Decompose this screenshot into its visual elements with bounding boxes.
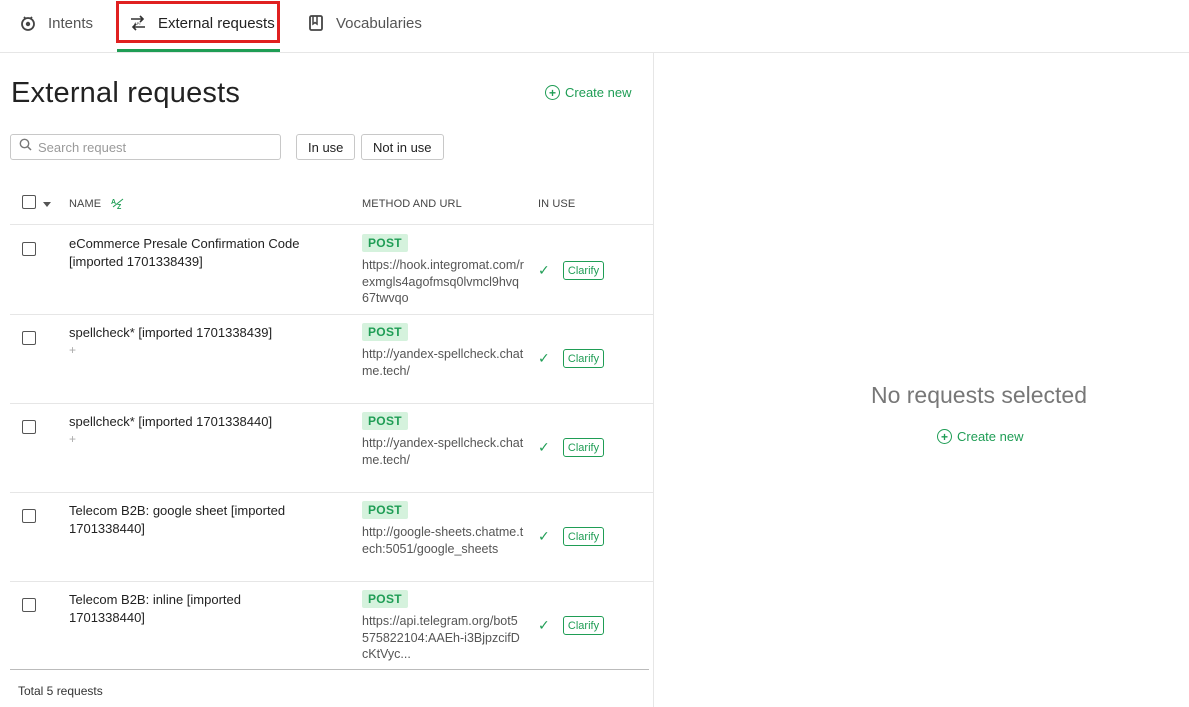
request-url: http://yandex-spellcheck.chatme.tech/ xyxy=(362,347,524,378)
method-badge: POST xyxy=(362,590,408,608)
tab-intents[interactable]: Intents xyxy=(18,0,93,46)
create-new-button[interactable]: + Create new xyxy=(545,85,631,100)
table-row[interactable]: eCommerce Presale Confirmation Code [imp… xyxy=(10,226,653,315)
create-new-label: Create new xyxy=(957,429,1024,444)
request-name: spellcheck* [imported 1701338440] xyxy=(69,414,273,429)
request-name: eCommerce Presale Confirmation Code [imp… xyxy=(69,236,300,269)
highlight-annotation xyxy=(116,1,280,43)
table-row[interactable]: Telecom B2B: inline [imported 1701338440… xyxy=(10,582,653,671)
table-row[interactable]: Telecom B2B: google sheet [imported 1701… xyxy=(10,493,653,582)
tab-label: Vocabularies xyxy=(336,14,422,32)
request-sub: + xyxy=(69,432,77,446)
usage-tag[interactable]: Clarify xyxy=(563,616,604,635)
select-dropdown-caret[interactable] xyxy=(43,202,51,207)
plus-circle-icon: + xyxy=(937,429,952,444)
table-divider xyxy=(10,669,649,670)
create-new-label: Create new xyxy=(565,85,632,100)
active-tab-indicator xyxy=(117,49,280,52)
create-new-button-secondary[interactable]: + Create new xyxy=(937,429,1023,444)
total-count: Total 5 requests xyxy=(18,684,103,698)
filter-not-in-use-button[interactable]: Not in use xyxy=(361,134,444,160)
row-checkbox[interactable] xyxy=(22,331,36,345)
request-url: http://yandex-spellcheck.chatme.tech/ xyxy=(362,436,524,467)
request-url: https://api.telegram.org/bot5575822104:A… xyxy=(362,614,520,661)
select-all-checkbox[interactable] xyxy=(22,195,36,209)
top-tab-bar: Intents API External requests Vocabulari… xyxy=(0,0,1189,53)
in-use-check-icon: ✓ xyxy=(538,439,550,455)
row-checkbox[interactable] xyxy=(22,420,36,434)
usage-tag[interactable]: Clarify xyxy=(563,349,604,368)
book-icon xyxy=(306,13,326,33)
page-title: External requests xyxy=(11,77,241,109)
tab-label: Intents xyxy=(48,14,94,32)
column-header-in-use: IN USE xyxy=(538,198,576,210)
intents-icon xyxy=(18,13,38,33)
usage-tag[interactable]: Clarify xyxy=(563,527,604,546)
filter-in-use-button[interactable]: In use xyxy=(296,134,356,160)
plus-circle-icon: + xyxy=(545,85,560,100)
row-checkbox[interactable] xyxy=(22,242,36,256)
method-badge: POST xyxy=(362,234,408,252)
sort-az-icon[interactable]: AZ xyxy=(110,196,126,213)
request-url: https://hook.integromat.com/rexmgls4agof… xyxy=(362,258,524,305)
requests-list-panel: External requests + Create new In use No… xyxy=(0,53,654,707)
request-name: Telecom B2B: google sheet [imported 1701… xyxy=(69,503,286,536)
table-row[interactable]: spellcheck* [imported 1701338439] + POST… xyxy=(10,315,653,404)
table-row[interactable]: spellcheck* [imported 1701338440] + POST… xyxy=(10,404,653,493)
request-name: spellcheck* [imported 1701338439] xyxy=(69,325,273,340)
request-detail-panel: No requests selected xyxy=(654,53,1189,707)
method-badge: POST xyxy=(362,412,408,430)
column-header-name[interactable]: NAME xyxy=(69,198,101,210)
usage-tag[interactable]: Clarify xyxy=(563,261,604,280)
tab-vocabularies[interactable]: Vocabularies xyxy=(306,0,422,46)
usage-tag[interactable]: Clarify xyxy=(563,438,604,457)
svg-text:Z: Z xyxy=(117,204,122,210)
request-name: Telecom B2B: inline [imported 1701338440… xyxy=(69,592,241,625)
search-input[interactable] xyxy=(38,139,258,155)
column-header-method-url: METHOD AND URL xyxy=(362,198,462,210)
in-use-check-icon: ✓ xyxy=(538,617,550,633)
method-badge: POST xyxy=(362,501,408,519)
in-use-check-icon: ✓ xyxy=(538,262,550,278)
row-checkbox[interactable] xyxy=(22,598,36,612)
table-header: NAME AZ METHOD AND URL IN USE xyxy=(10,183,653,225)
search-box xyxy=(10,134,281,160)
in-use-check-icon: ✓ xyxy=(538,350,550,366)
request-sub: + xyxy=(69,343,77,357)
empty-state-message: No requests selected xyxy=(870,382,1088,408)
row-checkbox[interactable] xyxy=(22,509,36,523)
search-icon xyxy=(19,138,32,156)
in-use-check-icon: ✓ xyxy=(538,528,550,544)
request-url: http://google-sheets.chatme.tech:5051/go… xyxy=(362,525,524,556)
method-badge: POST xyxy=(362,323,408,341)
